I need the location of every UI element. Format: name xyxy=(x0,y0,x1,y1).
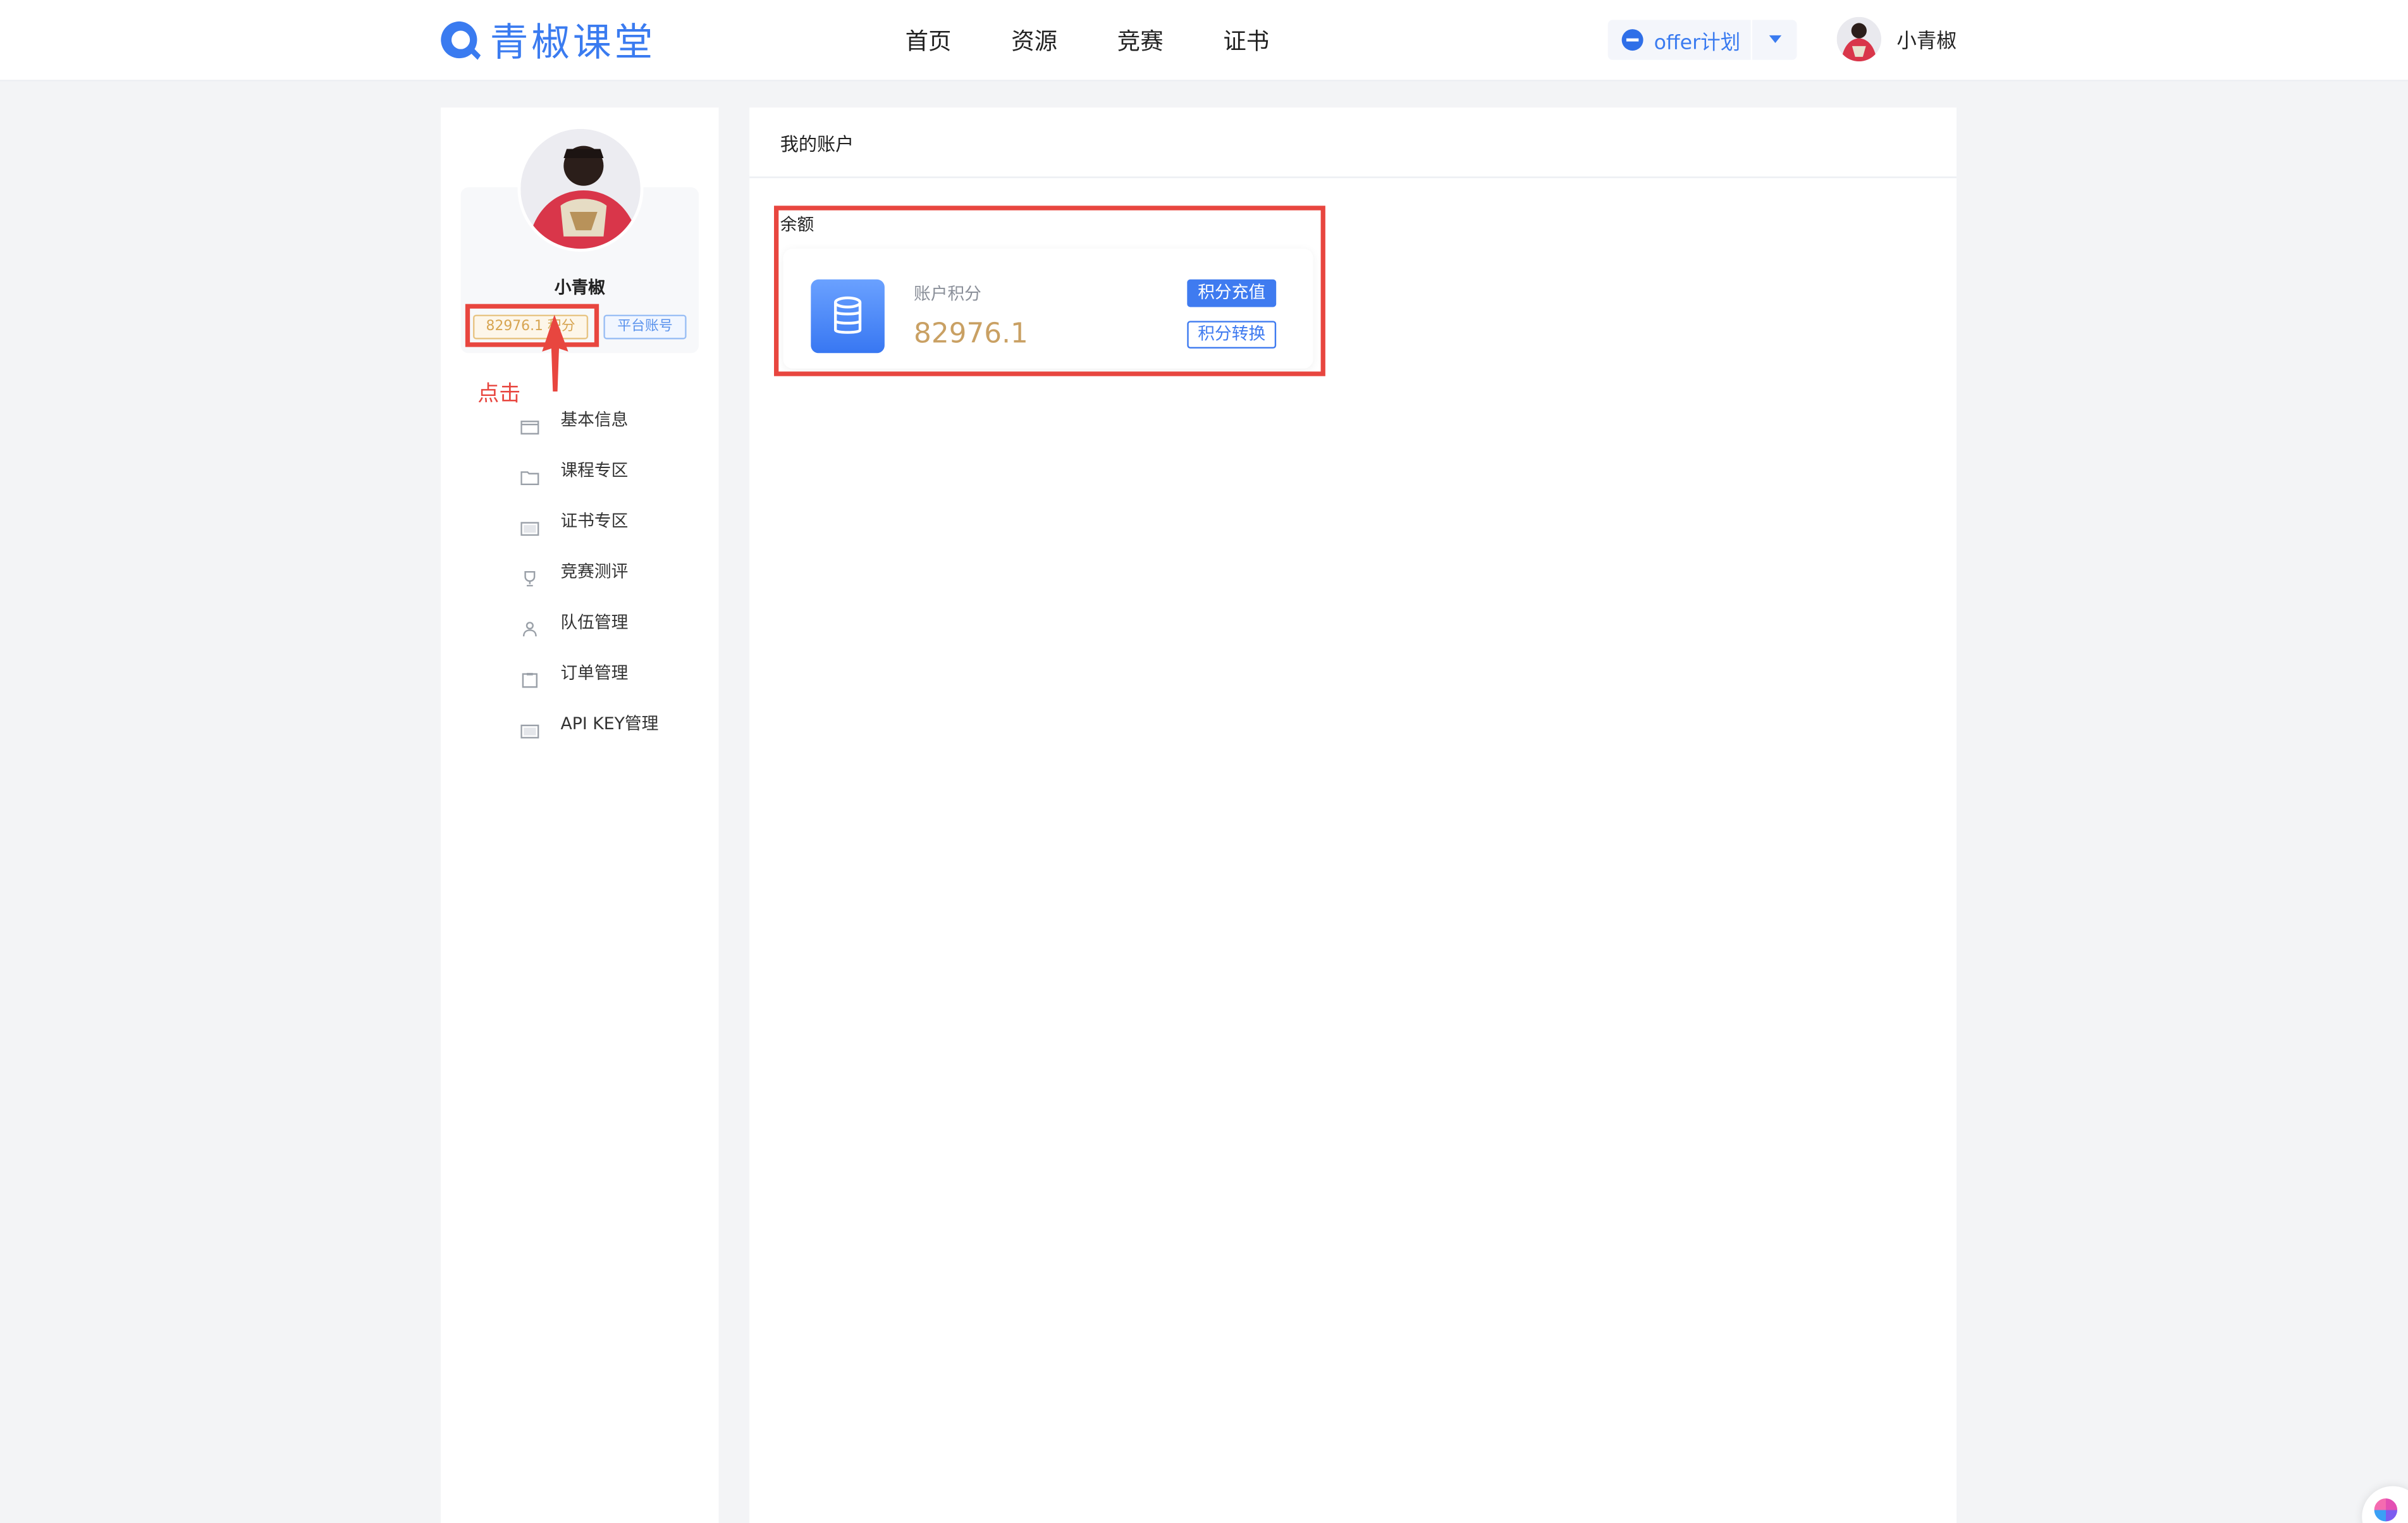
sidebar-item-competition[interactable]: 竞赛测评 xyxy=(520,545,658,596)
sidebar-item-label: 证书专区 xyxy=(560,510,629,531)
sidebar-item-label: 队伍管理 xyxy=(560,612,629,632)
annotation-highlight-account-card xyxy=(774,206,1325,376)
team-icon xyxy=(520,614,539,636)
sidebar-item-label: 课程专区 xyxy=(560,460,629,480)
plan-selector-divider xyxy=(1750,20,1753,60)
trophy-icon xyxy=(520,563,539,586)
plan-selector[interactable]: offer计划 xyxy=(1607,20,1797,60)
sidebar-item-orders[interactable]: 订单管理 xyxy=(520,646,658,697)
nav-item-competition[interactable]: 竞赛 xyxy=(1087,24,1193,56)
clipboard-icon xyxy=(520,664,539,688)
page-title: 我的账户 xyxy=(780,133,854,156)
annotation-click-note: 点击 xyxy=(477,382,521,407)
nav-item-certificate[interactable]: 证书 xyxy=(1193,24,1299,56)
sidebar-item-basic-info[interactable]: 基本信息 xyxy=(520,393,658,443)
nav-item-resources[interactable]: 资源 xyxy=(981,24,1088,56)
sidebar-item-certificates[interactable]: 证书专区 xyxy=(520,495,658,545)
brand-logo[interactable]: 青椒课堂 xyxy=(438,15,656,65)
sidebar-item-courses[interactable]: 课程专区 xyxy=(520,444,658,495)
plan-icon xyxy=(1621,29,1643,51)
top-user-name: 小青椒 xyxy=(1896,30,1957,54)
folder-icon xyxy=(520,461,539,484)
chevron-down-icon[interactable] xyxy=(1769,35,1782,43)
app-root: 青椒课堂 首页 资源 竞赛 证书 offer计划 小青椒 小青椒 82976.1… xyxy=(0,0,2408,1523)
sidebar-item-label: 订单管理 xyxy=(560,662,629,682)
sidebar-item-label: 竞赛测评 xyxy=(560,561,629,581)
user-avatar[interactable] xyxy=(1836,16,1882,62)
sidebar-item-label: 基本信息 xyxy=(560,409,629,429)
main-nav: 首页 资源 竞赛 证书 xyxy=(875,0,1299,80)
calendar-icon xyxy=(520,410,539,434)
certificate-icon xyxy=(520,512,539,535)
assistant-icon xyxy=(2374,1498,2398,1522)
platform-account-badge[interactable]: 平台账号 xyxy=(603,314,687,340)
floating-assistant-button[interactable] xyxy=(2362,1486,2408,1523)
key-card-icon xyxy=(520,715,539,738)
sidebar-item-api-key[interactable]: API KEY管理 xyxy=(520,697,658,748)
profile-name: 小青椒 xyxy=(554,278,605,298)
main-header: 我的账户 xyxy=(749,108,1957,178)
sidebar-item-label: API KEY管理 xyxy=(560,713,659,734)
nav-item-home[interactable]: 首页 xyxy=(875,24,981,56)
plan-selector-label: offer计划 xyxy=(1654,31,1741,55)
annotation-highlight-points-badge xyxy=(465,304,599,347)
annotation-arrow-up-icon xyxy=(538,314,574,392)
sidebar-item-team[interactable]: 队伍管理 xyxy=(520,596,658,646)
sidebar-menu: 基本信息 课程专区 证书专区 竞赛测评 队伍管理 订单管理 API KEY管理 xyxy=(520,393,658,748)
top-user-menu[interactable]: 小青椒 xyxy=(1836,16,1957,62)
profile-avatar[interactable] xyxy=(517,126,644,252)
logo-text: 青椒课堂 xyxy=(489,20,656,65)
logo-mark-icon xyxy=(438,17,484,63)
top-navbar: 青椒课堂 首页 资源 竞赛 证书 offer计划 小青椒 xyxy=(0,0,2408,82)
